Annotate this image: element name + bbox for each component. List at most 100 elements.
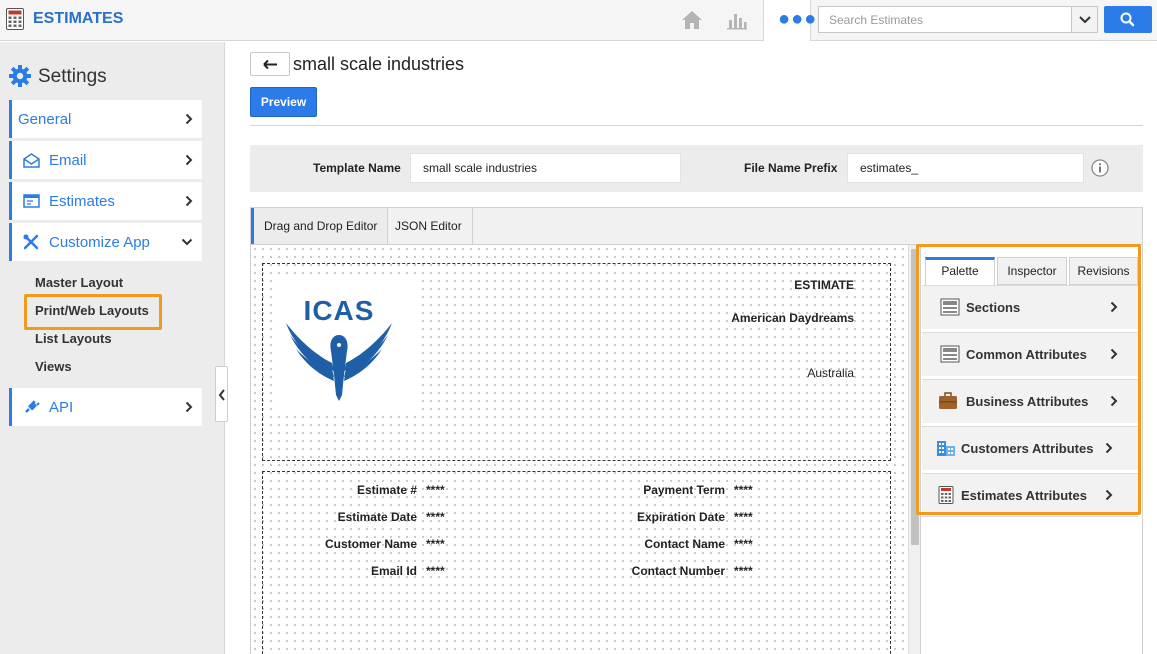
canvas-scrollbar[interactable] [908, 245, 920, 654]
sidebar: Settings General Email Estimates Customi… [0, 42, 225, 654]
logo-lettering: ICAS [304, 295, 375, 326]
field-label: Estimate # [356, 483, 417, 497]
company-logo: ICAS [274, 275, 416, 415]
header-section[interactable]: ICAS ESTIMATE American Daydreams Austral… [262, 263, 891, 461]
chevron-down-icon [1079, 16, 1091, 24]
icas-eagle-logo: ICAS [286, 295, 392, 401]
header-divider [250, 125, 1143, 126]
sidebar-item-general[interactable]: General [9, 100, 202, 138]
template-name-input[interactable]: small scale industries [410, 153, 681, 183]
search-box [818, 6, 1098, 33]
sub-item-list-layouts[interactable]: List Layouts [35, 331, 112, 346]
sidebar-item-label: General [18, 111, 72, 128]
search-button[interactable] [1104, 6, 1152, 33]
field-label: Email Id [370, 564, 417, 578]
tab-drag-drop-editor[interactable]: Drag and Drop Editor [251, 208, 389, 244]
back-arrow-icon [263, 59, 277, 70]
company-name: American Daydreams [731, 311, 854, 325]
sidebar-item-api[interactable]: API [9, 388, 202, 426]
tools-icon [23, 234, 39, 250]
chevron-right-icon [1105, 442, 1113, 454]
palette-item-label: Sections [966, 300, 1021, 315]
chevron-right-icon [1110, 395, 1118, 407]
sidebar-item-estimates[interactable]: Estimates [9, 182, 202, 220]
sidebar-item-label: Customize App [49, 234, 150, 251]
template-settings-bar: Template Name small scale industries Fil… [250, 145, 1143, 192]
sub-item-views[interactable]: Views [35, 359, 72, 374]
app-title: ESTIMATES [33, 10, 124, 27]
field-label: Expiration Date [636, 510, 725, 524]
editor-tabs: Drag and Drop Editor JSON Editor [250, 207, 1143, 245]
chevron-right-icon [1105, 489, 1113, 501]
sidebar-item-email[interactable]: Email [9, 141, 202, 179]
field-value: **** [426, 564, 445, 578]
calculator-icon [938, 486, 954, 504]
palette-item-label: Estimates Attributes [961, 488, 1087, 503]
tab-palette[interactable]: Palette [925, 257, 995, 285]
email-icon [23, 153, 40, 168]
palette-item-customers-attributes[interactable]: Customers Attributes [922, 426, 1138, 470]
bar-chart-icon[interactable] [726, 10, 748, 30]
details-section[interactable]: Estimate # **** Estimate Date **** Custo… [262, 471, 891, 654]
chevron-right-icon [1110, 348, 1118, 360]
scrollbar-thumb[interactable] [911, 249, 919, 545]
sidebar-collapse-button[interactable] [215, 366, 228, 422]
field-value: **** [426, 510, 445, 524]
estimates-icon [23, 194, 40, 208]
gear-icon [9, 65, 31, 87]
palette-item-label: Common Attributes [966, 347, 1087, 362]
chevron-down-icon [181, 238, 193, 246]
chevron-right-icon [185, 113, 193, 125]
field-value: **** [426, 537, 445, 551]
field-label: Customer Name [324, 537, 417, 551]
back-button[interactable] [250, 52, 290, 76]
tab-revisions[interactable]: Revisions [1069, 257, 1138, 285]
tab-json-editor[interactable]: JSON Editor [385, 208, 473, 244]
palette-item-label: Customers Attributes [961, 441, 1094, 456]
field-value: **** [734, 564, 753, 578]
more-menu-button[interactable]: ●●● [763, 0, 816, 41]
field-label: Contact Number [631, 564, 725, 578]
tab-inspector[interactable]: Inspector [997, 257, 1067, 285]
field-value: **** [426, 483, 445, 497]
settings-title: Settings [38, 66, 107, 87]
palette-tabs: Palette Inspector Revisions [925, 257, 1138, 285]
palette-item-sections[interactable]: Sections [922, 285, 1138, 329]
chevron-right-icon [185, 195, 193, 207]
search-input[interactable] [819, 7, 1069, 32]
preview-button[interactable]: Preview [250, 87, 317, 117]
info-icon[interactable] [1091, 159, 1109, 177]
palette-item-business-attributes[interactable]: Business Attributes [922, 379, 1138, 423]
sidebar-item-label: Email [49, 152, 87, 169]
more-dots-icon: ●●● [778, 8, 818, 30]
company-country: Australia [807, 366, 854, 380]
common-attributes-icon [940, 345, 960, 363]
field-value: **** [734, 510, 753, 524]
template-name-label: Template Name [313, 161, 401, 175]
file-prefix-label: File Name Prefix [744, 161, 838, 175]
field-value: **** [734, 537, 753, 551]
sidebar-item-label: API [49, 399, 74, 416]
sidebar-item-label: Estimates [49, 193, 115, 210]
chevron-right-icon [1110, 301, 1118, 313]
sidebar-item-customize-app[interactable]: Customize App [9, 223, 202, 261]
palette-item-common-attributes[interactable]: Common Attributes [922, 332, 1138, 376]
chevron-right-icon [185, 154, 193, 166]
selected-item-highlight [24, 294, 162, 330]
home-icon[interactable] [680, 9, 704, 31]
calculator-app-icon [6, 8, 24, 30]
search-icon [1120, 12, 1135, 27]
field-label: Payment Term [643, 483, 725, 497]
sub-item-master-layout[interactable]: Master Layout [35, 275, 123, 290]
chevron-left-icon [218, 389, 225, 401]
palette-item-label: Business Attributes [966, 394, 1089, 409]
top-bar: ESTIMATES ●●● [0, 0, 1157, 41]
field-label: Contact Name [644, 537, 725, 551]
palette-item-estimates-attributes[interactable]: Estimates Attributes [922, 473, 1138, 517]
file-prefix-input[interactable]: estimates_ [847, 153, 1084, 183]
plug-icon [25, 400, 40, 413]
sections-icon [940, 298, 960, 316]
search-dropdown-button[interactable] [1071, 7, 1097, 32]
page-title: small scale industries [293, 54, 465, 74]
field-value: **** [734, 483, 753, 497]
